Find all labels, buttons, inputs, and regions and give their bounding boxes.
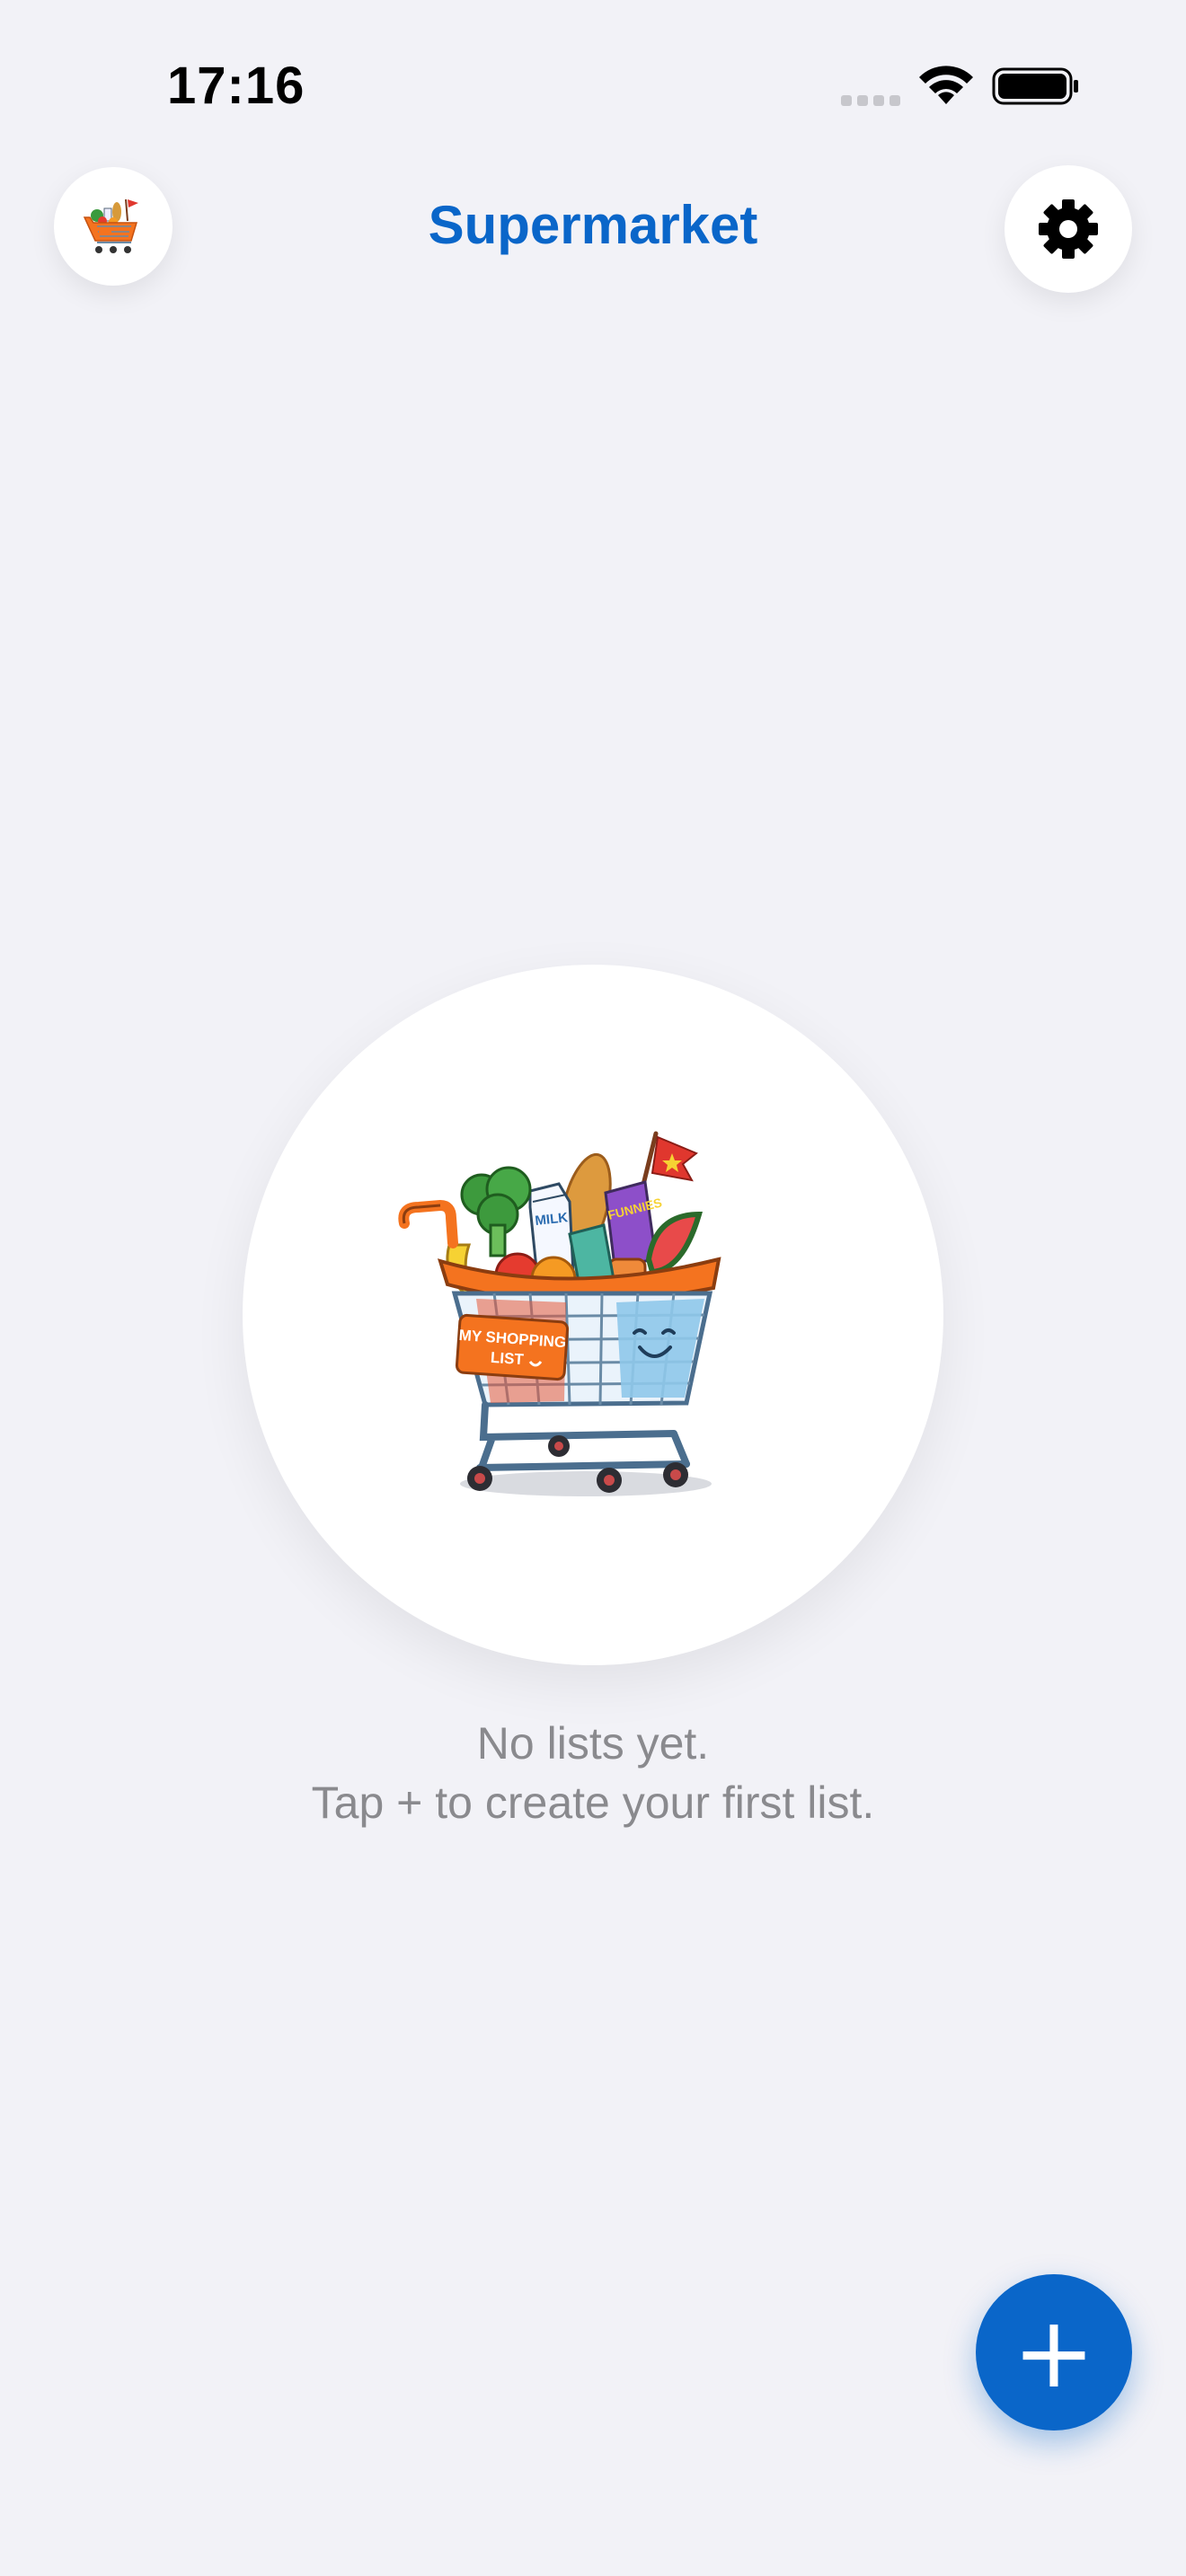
shopping-cart-illustration: MILK FUNNIES MY SHOPPING LIST — [398, 1131, 721, 1496]
plus-icon: + — [1012, 2295, 1096, 2410]
empty-state-title: No lists yet. — [476, 1718, 710, 1769]
settings-button[interactable] — [1005, 165, 1132, 293]
cart-label-line2: LIST — [490, 1349, 525, 1369]
status-bar: 17:16 — [0, 0, 1186, 171]
gear-icon — [1039, 199, 1098, 259]
empty-state-hint: Tap + to create your first list. — [311, 1778, 875, 1828]
navigation-bar: Supermarket — [0, 162, 1186, 296]
battery-icon — [992, 67, 1078, 105]
wifi-icon — [919, 66, 973, 104]
add-list-button[interactable]: + — [976, 2274, 1132, 2430]
status-time: 17:16 — [167, 57, 305, 115]
cellular-signal-icon — [841, 95, 900, 106]
empty-state-illustration: MILK FUNNIES MY SHOPPING LIST — [243, 965, 943, 1665]
